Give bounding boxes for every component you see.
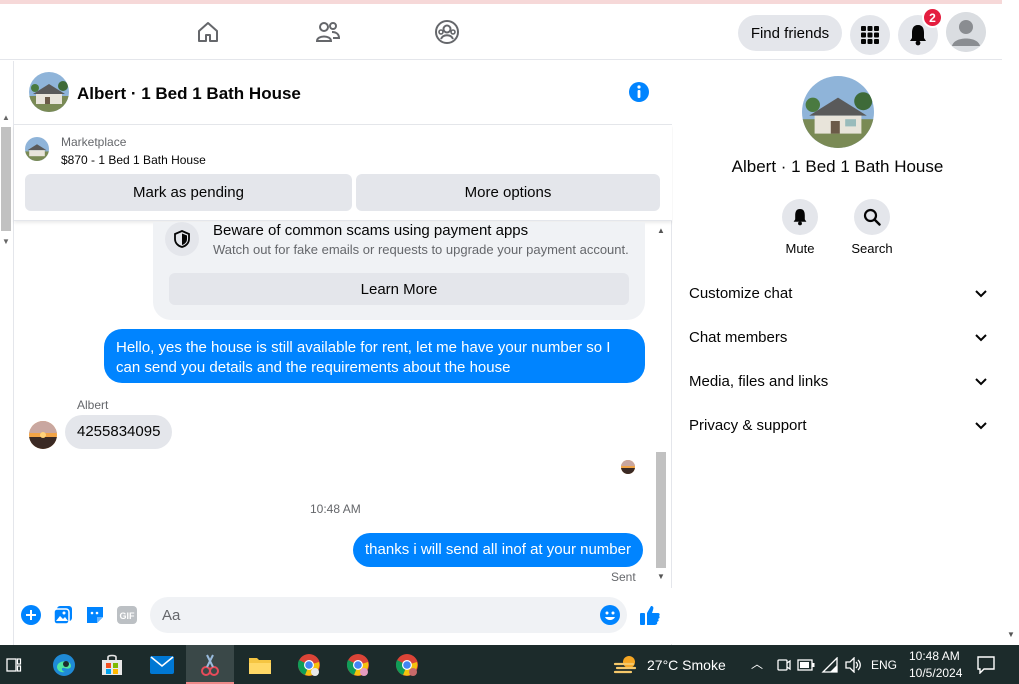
scam-warning-card: Beware of common scams using payment app… — [153, 222, 645, 320]
message-status: Sent — [611, 570, 636, 584]
page-scrollbar[interactable]: ▼ — [1002, 0, 1019, 644]
message-thread: Beware of common scams using payment app… — [14, 222, 654, 584]
conversation-info-panel: Albert · 1 Bed 1 Bath House Mute Search … — [673, 61, 1002, 645]
chevron-down-icon — [975, 329, 987, 346]
gif-icon[interactable]: GIF — [116, 604, 138, 626]
search-icon — [854, 199, 890, 235]
outgoing-message-2[interactable]: thanks i will send all inof at your numb… — [353, 533, 643, 567]
language-indicator[interactable]: ENG — [871, 658, 897, 672]
mail-icon[interactable] — [148, 651, 176, 679]
search-action[interactable]: Search — [842, 199, 902, 256]
microsoft-store-icon[interactable] — [98, 651, 126, 679]
message-timestamp: 10:48 AM — [310, 502, 361, 516]
incoming-message-1[interactable]: 4255834095 — [65, 415, 173, 449]
bell-icon — [782, 199, 818, 235]
chevron-down-icon — [975, 373, 987, 390]
message-input[interactable] — [150, 597, 627, 633]
section-label: Media, files and links — [689, 372, 829, 390]
section-label: Privacy & support — [689, 416, 807, 434]
chevron-down-icon — [975, 285, 987, 302]
chevron-up-icon[interactable]: ︿ — [751, 655, 763, 672]
info-panel-name: Albert · 1 Bed 1 Bath House — [731, 157, 944, 176]
scam-warning-description: Watch out for fake emails or requests to… — [213, 242, 629, 257]
message-scrollbar[interactable]: ▲ ▼ — [654, 222, 668, 584]
strip-scrollbar-thumb[interactable] — [1, 127, 11, 231]
sender-avatar[interactable] — [29, 421, 57, 449]
mark-as-pending-button[interactable]: Mark as pending — [25, 174, 352, 211]
chrome-profile-icon[interactable] — [344, 651, 372, 679]
clock-time[interactable]: 10:48 AM — [909, 649, 960, 663]
snipping-tool-icon[interactable] — [196, 651, 224, 679]
groups-icon[interactable] — [433, 18, 461, 46]
weather-icon[interactable] — [612, 651, 640, 679]
top-navigation: Find friends 2 — [0, 4, 1002, 60]
media-files-links-row[interactable]: Media, files and links — [689, 359, 987, 403]
task-view-icon[interactable] — [0, 651, 28, 679]
marketplace-label: Marketplace — [61, 135, 127, 149]
mute-label: Mute — [785, 241, 815, 256]
file-explorer-icon[interactable] — [246, 651, 274, 679]
chrome-profile-icon-2[interactable] — [393, 651, 421, 679]
more-options-button[interactable]: More options — [356, 174, 660, 211]
privacy-support-row[interactable]: Privacy & support — [689, 403, 987, 447]
chat-header: Albert · 1 Bed 1 Bath House — [14, 61, 672, 125]
section-label: Customize chat — [689, 284, 793, 302]
edge-browser-icon[interactable] — [50, 651, 78, 679]
scroll-up-arrow-icon[interactable]: ▲ — [2, 113, 10, 122]
scroll-up-arrow-icon[interactable]: ▲ — [657, 226, 665, 235]
customize-chat-row[interactable]: Customize chat — [689, 271, 987, 315]
info-icon[interactable] — [628, 81, 650, 103]
conversation-list-strip: ▲ ▼ — [0, 61, 14, 645]
chrome-icon[interactable] — [295, 651, 323, 679]
sender-name: Albert — [77, 398, 109, 412]
sticker-icon[interactable] — [84, 604, 106, 626]
profile-avatar[interactable] — [946, 12, 986, 52]
home-icon[interactable] — [194, 18, 222, 46]
weather-text[interactable]: 27°C Smoke — [647, 657, 726, 673]
plus-icon[interactable] — [20, 604, 42, 626]
section-label: Chat members — [689, 328, 788, 346]
notification-center-icon[interactable] — [972, 651, 1000, 679]
mute-action[interactable]: Mute — [770, 199, 830, 256]
emoji-icon[interactable] — [599, 604, 621, 626]
scroll-down-arrow-icon[interactable]: ▼ — [657, 572, 665, 581]
svg-text:GIF: GIF — [120, 611, 136, 621]
info-avatar-house[interactable] — [802, 76, 874, 148]
chat-members-row[interactable]: Chat members — [689, 315, 987, 359]
learn-more-button[interactable]: Learn More — [169, 273, 629, 305]
notification-badge: 2 — [922, 7, 943, 28]
windows-taskbar: 27°C Smoke ︿ ENG 10:48 AM 10/5/2024 — [0, 645, 1019, 684]
photo-icon[interactable] — [52, 604, 74, 626]
chat-title: Albert · 1 Bed 1 Bath House — [77, 84, 301, 103]
marketplace-banner: Marketplace $870 - 1 Bed 1 Bath House Ma… — [14, 125, 672, 221]
scam-warning-title: Beware of common scams using payment app… — [213, 222, 529, 239]
menu-grid-icon[interactable] — [850, 15, 890, 55]
find-friends-button[interactable]: Find friends — [738, 15, 842, 51]
friends-icon[interactable] — [314, 18, 342, 46]
search-label: Search — [851, 241, 893, 256]
volume-icon[interactable] — [840, 651, 868, 679]
scroll-down-arrow-icon[interactable]: ▼ — [1007, 630, 1015, 639]
chevron-down-icon — [975, 417, 987, 434]
listing-price-title: $870 - 1 Bed 1 Bath House — [61, 153, 206, 167]
scroll-down-arrow-icon[interactable]: ▼ — [2, 237, 10, 246]
chat-avatar-house[interactable] — [29, 72, 69, 112]
message-scrollbar-thumb[interactable] — [656, 452, 666, 568]
clock-date[interactable]: 10/5/2024 — [909, 666, 962, 680]
message-composer: GIF — [14, 588, 672, 644]
listing-thumbnail[interactable] — [25, 137, 49, 161]
thumbs-up-icon[interactable] — [639, 604, 661, 626]
outgoing-message-1[interactable]: Hello, yes the house is still available … — [104, 329, 645, 383]
read-receipt-avatar — [621, 460, 635, 474]
shield-icon — [165, 222, 199, 256]
